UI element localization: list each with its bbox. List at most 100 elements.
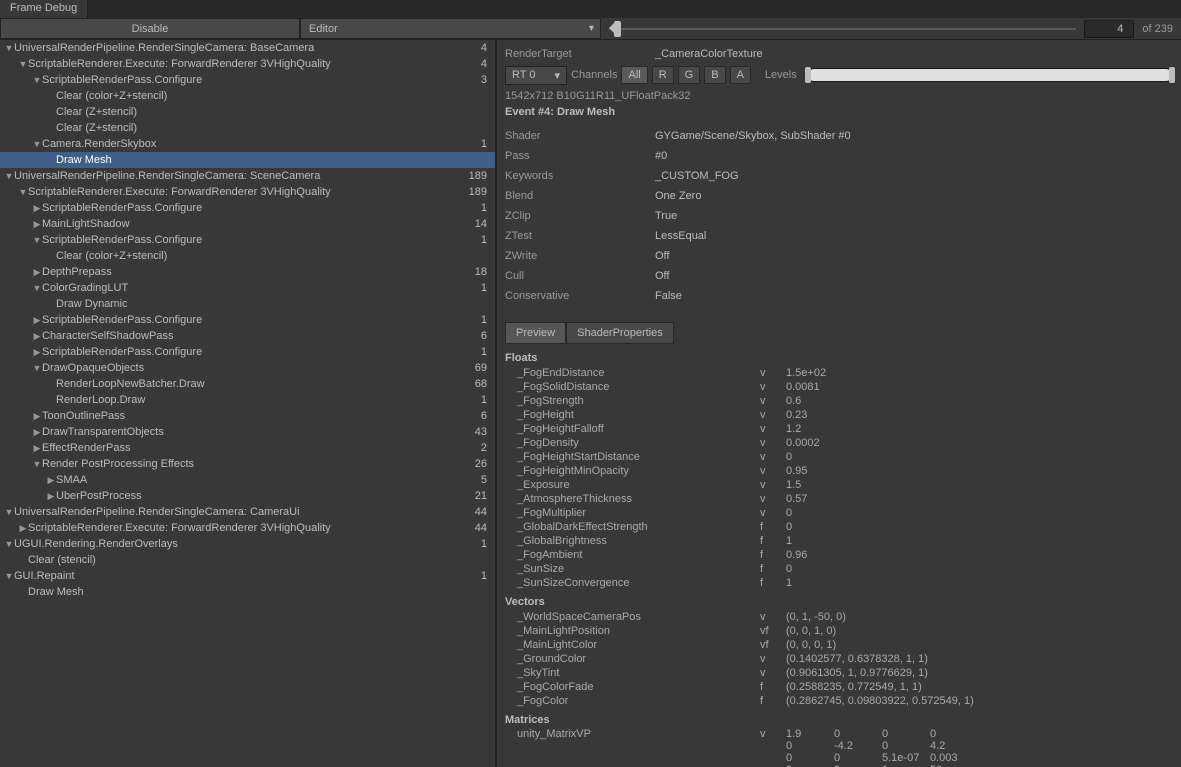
fold-toggle[interactable] [4,43,14,53]
property-row: _FogMultiplierv0 [505,506,1173,520]
tree-row[interactable]: Render PostProcessing Effects26 [0,456,495,472]
fold-toggle[interactable] [32,235,42,245]
tree-count: 44 [475,522,487,534]
tree-row[interactable]: CharacterSelfShadowPass6 [0,328,495,344]
tree-label: Clear (color+Z+stencil) [56,250,487,262]
tree-row[interactable]: Draw Dynamic [0,296,495,312]
tree-row[interactable]: Clear (color+Z+stencil) [0,248,495,264]
prop-type: f [760,695,786,707]
channel-g-button[interactable]: G [678,66,701,84]
fold-toggle[interactable] [32,219,42,230]
tree-row[interactable]: DrawTransparentObjects43 [0,424,495,440]
tab-frame-debug[interactable]: Frame Debug [0,0,88,18]
shader-state-row: ZWriteOff [505,246,1173,266]
tree-row[interactable]: ToonOutlinePass6 [0,408,495,424]
channel-a-button[interactable]: A [730,66,751,84]
tree-row[interactable]: UniversalRenderPipeline.RenderSingleCame… [0,168,495,184]
fold-toggle[interactable] [32,283,42,293]
tree-count: 189 [469,170,487,182]
tree-row[interactable]: UniversalRenderPipeline.RenderSingleCame… [0,504,495,520]
fold-toggle[interactable] [32,411,42,422]
tree-row[interactable]: GUI.Repaint1 [0,568,495,584]
prop-value: 1.2 [786,423,1173,435]
tree-row[interactable]: ScriptableRenderer.Execute: ForwardRende… [0,184,495,200]
shader-state-row: Keywords_CUSTOM_FOG [505,166,1173,186]
prop-value: (0.2862745, 0.09803922, 0.572549, 1) [786,695,1173,707]
prop-type: v [760,465,786,477]
tree-count: 21 [475,490,487,502]
tree-row[interactable]: UniversalRenderPipeline.RenderSingleCame… [0,40,495,56]
fold-toggle[interactable] [32,347,42,358]
shader-properties-tab[interactable]: ShaderProperties [566,322,674,344]
tree-row[interactable]: DrawOpaqueObjects69 [0,360,495,376]
fold-toggle[interactable] [32,459,42,469]
tree-row[interactable]: ScriptableRenderPass.Configure1 [0,344,495,360]
tree-row[interactable]: Draw Mesh [0,152,495,168]
tree-count: 1 [481,538,487,550]
tree-row[interactable]: ScriptableRenderer.Execute: ForwardRende… [0,56,495,72]
prop-type: v [760,395,786,407]
fold-toggle[interactable] [4,539,14,549]
tree-row[interactable]: Clear (stencil) [0,552,495,568]
tree-row[interactable]: UGUI.Rendering.RenderOverlays1 [0,536,495,552]
tree-label: ScriptableRenderPass.Configure [42,346,481,358]
slider-thumb[interactable] [614,21,621,37]
preview-tab[interactable]: Preview [505,322,566,344]
fold-toggle[interactable] [32,75,42,85]
channel-b-button[interactable]: B [704,66,725,84]
prop-type: f [760,535,786,547]
fold-toggle[interactable] [32,363,42,373]
tree-row[interactable]: ScriptableRenderPass.Configure1 [0,312,495,328]
tree-row[interactable]: RenderLoopNewBatcher.Draw68 [0,376,495,392]
fold-toggle[interactable] [32,139,42,149]
fold-toggle[interactable] [46,491,56,502]
tree-label: DrawOpaqueObjects [42,362,475,374]
tree-row[interactable]: Clear (Z+stencil) [0,104,495,120]
fold-toggle[interactable] [32,203,42,214]
fold-toggle[interactable] [32,427,42,438]
tree-count: 4 [481,42,487,54]
target-dropdown[interactable]: Editor [300,18,601,39]
state-label: Blend [505,190,655,202]
tree-row[interactable]: DepthPrepass18 [0,264,495,280]
fold-toggle[interactable] [32,443,42,454]
tree-row[interactable]: ColorGradingLUT1 [0,280,495,296]
rt-dropdown[interactable]: RT 0▾ [505,66,567,85]
fold-toggle[interactable] [18,59,28,69]
fold-toggle[interactable] [32,315,42,326]
tree-row[interactable]: SMAA5 [0,472,495,488]
fold-toggle[interactable] [18,187,28,197]
tree-row[interactable]: ScriptableRenderer.Execute: ForwardRende… [0,520,495,536]
event-slider[interactable] [609,28,1076,30]
prop-name: _GlobalBrightness [505,535,760,547]
matrix-cell: 0 [882,740,930,752]
fold-toggle[interactable] [32,331,42,342]
fold-toggle[interactable] [46,475,56,486]
property-row: _FogStrengthv0.6 [505,394,1173,408]
event-index-input[interactable]: 4 [1084,20,1134,38]
fold-toggle[interactable] [4,507,14,517]
fold-toggle[interactable] [32,267,42,278]
tree-count: 26 [475,458,487,470]
disable-button[interactable]: Disable [0,18,300,39]
property-row: _FogHeightv0.23 [505,408,1173,422]
tree-row[interactable]: RenderLoop.Draw1 [0,392,495,408]
fold-toggle[interactable] [18,523,28,534]
levels-slider[interactable] [807,68,1173,82]
fold-toggle[interactable] [4,571,14,581]
channel-r-button[interactable]: R [652,66,674,84]
tree-row[interactable]: UberPostProcess21 [0,488,495,504]
tree-row[interactable]: EffectRenderPass2 [0,440,495,456]
tree-row[interactable]: Clear (color+Z+stencil) [0,88,495,104]
tree-row[interactable]: ScriptableRenderPass.Configure1 [0,232,495,248]
prop-type: f [760,521,786,533]
tree-row[interactable]: Clear (Z+stencil) [0,120,495,136]
channel-all-button[interactable]: All [621,66,647,84]
tree-count: 1 [481,138,487,150]
tree-row[interactable]: MainLightShadow14 [0,216,495,232]
tree-row[interactable]: Camera.RenderSkybox1 [0,136,495,152]
tree-row[interactable]: ScriptableRenderPass.Configure1 [0,200,495,216]
tree-row[interactable]: Draw Mesh [0,584,495,600]
fold-toggle[interactable] [4,171,14,181]
tree-row[interactable]: ScriptableRenderPass.Configure3 [0,72,495,88]
